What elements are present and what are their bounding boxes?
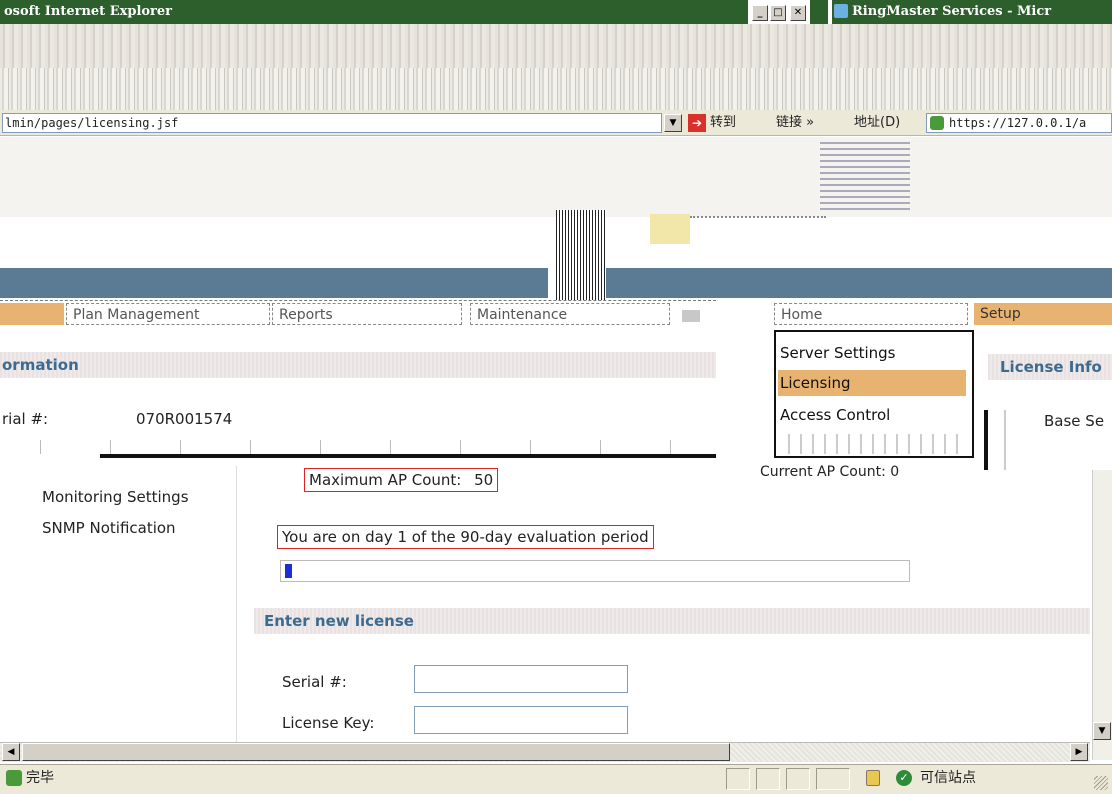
scroll-left-button[interactable]: ◀ — [2, 743, 20, 761]
trusted-zone-icon: ✓ — [896, 770, 912, 786]
menu-item-access-control[interactable]: Access Control — [778, 402, 966, 428]
minimize-button[interactable]: _ — [752, 5, 768, 21]
max-ap-count: Maximum AP Count: 50 — [304, 468, 499, 492]
menu-item-server-settings[interactable]: Server Settings — [778, 340, 966, 366]
window-title-right-text: RingMaster Services - Micr — [852, 4, 1052, 19]
page-icon — [930, 116, 944, 130]
banner-divider — [556, 210, 606, 300]
window-title-left: osoft Internet Explorer — [0, 0, 748, 24]
title-separator — [810, 0, 828, 24]
new-license-heading: Enter new license — [254, 608, 1090, 634]
zone-text: 可信站点 — [920, 770, 976, 786]
status-text: 完毕 — [26, 770, 54, 786]
new-serial-label: Serial #: — [282, 673, 347, 691]
address-input-left[interactable]: lmin/pages/licensing.jsf — [2, 113, 662, 133]
close-button[interactable]: ✕ — [790, 5, 806, 21]
links-button[interactable]: 链接 » — [776, 113, 814, 133]
scroll-right-button[interactable]: ▶ — [1070, 743, 1088, 761]
banner-rule — [690, 210, 826, 218]
tab-plan-management[interactable]: Plan Management — [66, 303, 270, 325]
serial-label: rial #: — [2, 410, 49, 428]
menu-item-garbled[interactable] — [778, 434, 966, 454]
scroll-down-button[interactable]: ▼ — [1093, 722, 1111, 740]
max-ap-value: 50 — [474, 471, 494, 489]
tab-maintenance[interactable]: Maintenance — [470, 303, 670, 325]
vertical-scrollbar[interactable] — [1092, 470, 1112, 760]
sidebar-item-snmp-notification[interactable]: SNMP Notification — [42, 519, 176, 537]
window-title-right: RingMaster Services - Micr — [832, 0, 1112, 24]
menu-item-licensing[interactable]: Licensing — [778, 370, 966, 396]
evaluation-progress-fill — [285, 564, 292, 578]
banner-logo-fragment — [650, 214, 690, 244]
base-serial-label: Base Se — [1044, 412, 1105, 430]
license-key-label: License Key: — [282, 714, 375, 732]
right-divider-light — [1004, 410, 1006, 470]
sidebar-border — [236, 466, 237, 742]
maximize-button[interactable]: □ — [770, 5, 786, 21]
address-dropdown-button[interactable]: ▼ — [664, 114, 682, 132]
go-button[interactable]: 转到 — [710, 113, 736, 133]
status-cell-2 — [756, 768, 780, 790]
info-section-heading: ormation — [0, 352, 716, 378]
resize-grip[interactable] — [1094, 776, 1108, 790]
max-ap-label: Maximum AP Count: — [309, 471, 462, 489]
evaluation-period-text: You are on day 1 of the 90-day evaluatio… — [277, 525, 654, 549]
tab-setup[interactable]: Setup — [974, 303, 1112, 325]
header-band-right — [606, 268, 1112, 298]
page-banner — [0, 137, 1112, 217]
license-key-input[interactable] — [414, 706, 628, 734]
go-arrow-icon[interactable]: ➔ — [688, 114, 706, 132]
serial-value: 070R001574 — [136, 410, 233, 428]
menu-bar — [0, 24, 1112, 68]
address-input-right-text: https://127.0.0.1/a — [949, 116, 1087, 130]
status-cell-1 — [726, 768, 750, 790]
tab-home[interactable]: Home — [774, 303, 968, 325]
tab-scroll-handle[interactable] — [682, 310, 700, 322]
status-cell-4 — [816, 768, 850, 790]
new-serial-input[interactable] — [414, 665, 628, 693]
address-input-right[interactable]: https://127.0.0.1/a — [926, 113, 1112, 133]
ie-icon — [834, 4, 848, 18]
lock-icon — [866, 770, 880, 786]
tab-previous[interactable] — [0, 303, 64, 325]
info-row-noise — [0, 440, 716, 454]
license-info-heading: License Info — [988, 354, 1112, 380]
page-done-icon — [6, 770, 22, 786]
evaluation-progress-bar — [280, 560, 910, 582]
info-divider — [100, 454, 716, 458]
tab-reports[interactable]: Reports — [272, 303, 462, 325]
sidebar-item-monitoring-settings[interactable]: Monitoring Settings — [42, 488, 189, 506]
current-ap-count: Current AP Count: 0 — [760, 464, 900, 480]
horizontal-scroll-thumb[interactable] — [22, 743, 730, 761]
status-cell-3 — [786, 768, 810, 790]
banner-graphic — [820, 140, 910, 210]
toolbar — [0, 68, 1112, 110]
address-label: 地址(D) — [854, 115, 901, 130]
header-band-left — [0, 268, 548, 298]
right-divider — [984, 410, 988, 470]
setup-dropdown-menu: Server Settings Licensing Access Control — [774, 330, 974, 458]
